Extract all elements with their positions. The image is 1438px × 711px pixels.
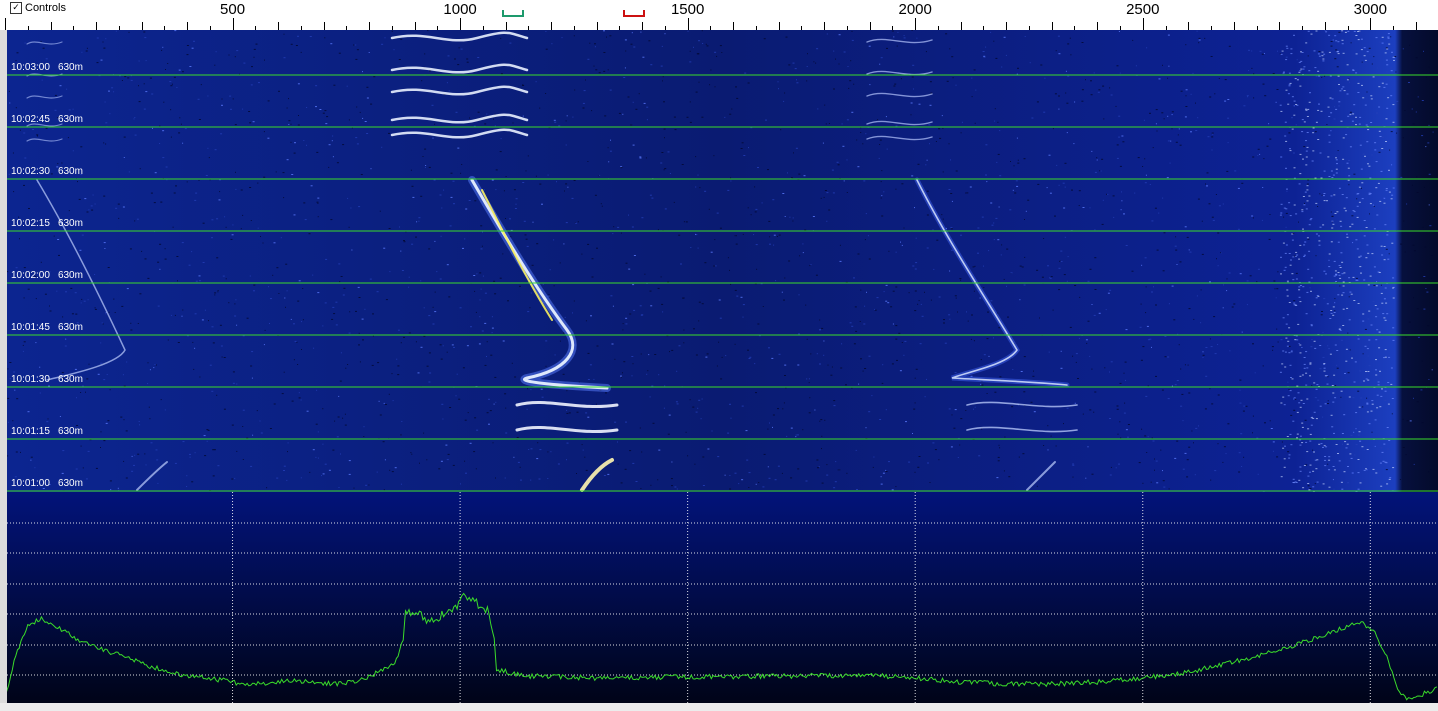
waterfall-time-label: 10:02:30 630m xyxy=(11,166,91,177)
band-label: 630m xyxy=(57,270,83,281)
frequency-tick xyxy=(141,22,143,30)
frequency-tick xyxy=(5,18,6,30)
controls-label: Controls xyxy=(25,2,66,14)
frequency-tick xyxy=(596,22,598,30)
frequency-tick xyxy=(824,22,826,30)
frequency-tick xyxy=(369,22,371,30)
spectrum-background xyxy=(7,492,1438,703)
frequency-tick xyxy=(1006,22,1008,30)
timestamp: 10:02:45 xyxy=(11,114,50,125)
frequency-tick xyxy=(50,22,52,30)
timestamp: 10:01:15 xyxy=(11,426,50,437)
tx-marker[interactable] xyxy=(623,10,646,17)
bottom-scrollbar[interactable] xyxy=(0,703,1438,711)
waterfall-display[interactable]: 10:03:00 630m 10:02:45 630m 10:02:30 630m 10:0… xyxy=(7,30,1438,492)
frequency-label: 2500 xyxy=(1126,1,1160,18)
waterfall-canvas xyxy=(7,30,1438,492)
waterfall-time-label: 10:01:15 630m xyxy=(11,426,91,437)
rx-marker[interactable] xyxy=(502,10,525,17)
frequency-tick xyxy=(1051,22,1053,30)
band-label: 630m xyxy=(57,322,83,333)
frequency-tick xyxy=(915,18,917,30)
timestamp: 10:01:30 xyxy=(11,374,50,385)
frequency-tick xyxy=(460,18,462,30)
waterfall-time-label: 10:03:00 630m xyxy=(11,62,91,73)
frequency-tick xyxy=(869,22,871,30)
band-label: 630m xyxy=(57,114,83,125)
band-label: 630m xyxy=(57,62,83,73)
band-label: 630m xyxy=(57,478,83,489)
band-label: 630m xyxy=(57,218,83,229)
frequency-tick xyxy=(733,22,735,30)
timestamp: 10:01:00 xyxy=(11,478,50,489)
frequency-scale[interactable]: ✓ Controls 500 1000 1500 2000 2500 3000 xyxy=(0,0,1438,31)
frequency-tick xyxy=(323,22,325,30)
frequency-tick xyxy=(1233,22,1235,30)
checkbox-check-icon[interactable]: ✓ xyxy=(10,2,22,14)
frequency-tick xyxy=(778,22,780,30)
frequency-tick xyxy=(278,22,280,30)
waterfall-time-label: 10:01:30 630m xyxy=(11,374,91,385)
frequency-tick xyxy=(232,18,234,30)
frequency-tick xyxy=(1188,22,1190,30)
timestamp: 10:02:30 xyxy=(11,166,50,177)
spectrum-display[interactable] xyxy=(7,492,1438,703)
spectrum-canvas xyxy=(7,492,1438,703)
frequency-label: 500 xyxy=(220,1,246,18)
frequency-tick xyxy=(1370,18,1372,30)
frequency-tick xyxy=(960,22,962,30)
frequency-tick xyxy=(1279,22,1281,30)
left-gutter xyxy=(0,30,7,703)
frequency-label: 2000 xyxy=(898,1,932,18)
band-label: 630m xyxy=(57,166,83,177)
frequency-tick xyxy=(642,22,644,30)
waterfall-time-label: 10:02:45 630m xyxy=(11,114,91,125)
frequency-tick xyxy=(96,22,98,30)
frequency-tick xyxy=(1142,18,1144,30)
frequency-label: 1500 xyxy=(670,1,705,18)
frequency-tick xyxy=(1324,22,1326,30)
frequency-tick xyxy=(1097,22,1099,30)
frequency-tick xyxy=(1415,22,1417,30)
timestamp: 10:01:45 xyxy=(11,322,50,333)
timestamp: 10:02:15 xyxy=(11,218,50,229)
frequency-tick xyxy=(414,22,416,30)
waterfall-time-label: 10:01:45 630m xyxy=(11,322,91,333)
controls-checkbox[interactable]: ✓ Controls xyxy=(10,1,66,15)
waterfall-time-label: 10:01:00 630m xyxy=(11,478,91,489)
timestamp: 10:03:00 xyxy=(11,62,50,73)
waterfall-time-label: 10:02:15 630m xyxy=(11,218,91,229)
band-label: 630m xyxy=(57,374,83,385)
band-label: 630m xyxy=(57,426,83,437)
frequency-tick xyxy=(187,22,189,30)
frequency-label: 3000 xyxy=(1353,1,1387,18)
waterfall-time-label: 10:02:00 630m xyxy=(11,270,91,281)
frequency-tick xyxy=(551,22,553,30)
frequency-tick xyxy=(687,18,689,30)
timestamp: 10:02:00 xyxy=(11,270,50,281)
frequency-tick xyxy=(505,22,507,30)
frequency-label: 1000 xyxy=(443,1,477,18)
